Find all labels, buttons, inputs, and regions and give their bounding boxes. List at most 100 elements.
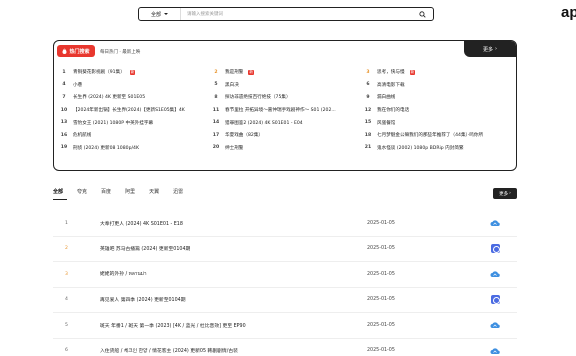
hot-search-item[interactable]: 9 漏白曲线 [364,91,510,104]
hot-search-rank: 10 [60,107,68,113]
list-item[interactable]: 6 入住货船 / 체크인 한양 / 情花客主 (2024) 更新05 韩剧剧情/古… [53,339,517,356]
hot-search-item[interactable]: 8 探访非遗绝技百行绝技（75集） [212,91,364,104]
hot-search-item[interactable]: 13 雪豹女王 (2021) 1080P 中英外挂字幕 [60,116,212,129]
list-item[interactable]: 2 英雄吧 苏马古播篇 (2024) 更新至0104期 2025-01-05 [53,237,517,262]
hot-search-title: 刑侦 (2024) 更新08 1080p/4K [73,145,139,151]
hot-search-rank: 2 [214,69,218,75]
hot-search-rank: 15 [364,120,372,126]
hot-search-item[interactable]: 18 七月梦魅金公嘛我们的那些年推荐了（44集）·鸣你所 [364,129,510,142]
hot-search-title: 高清电影下载 [377,82,405,88]
hot-search-rank: 7 [62,94,66,100]
category-tab[interactable]: 天翼 [149,188,159,195]
pan-icon[interactable] [490,295,500,305]
list-item-date: 2025-01-05 [367,297,395,303]
hot-search-panel: 热门搜索 每日热门 · 最新上映 更多 › 1 青铜葵花影视剧（91集） 新 2 我是刑… [53,40,517,171]
cloud-icon[interactable] [490,269,500,279]
search-button[interactable] [411,8,433,20]
hot-search-title: 长生界 (2024) 4K 更新至 S01E05 [73,95,146,101]
cloud-icon[interactable] [490,320,500,330]
hot-search-item[interactable]: 10 【2024年新出锅】长生界(2024)【更新S1E05集】4K [60,104,212,117]
flame-icon [62,48,67,54]
hot-search-title: 鬼水怪谈 (2002) 1080p BDRip 内封简繁 [377,145,464,151]
category-more-label: 更多 [499,191,509,197]
search-icon [418,10,426,18]
chevron-right-icon: › [509,191,511,196]
hot-search-item[interactable]: 4 小巷 [60,79,212,92]
list-item-title[interactable]: 斑天 年番1 / 斑天 第一季 (2023) [4K / 蓝光 / 杜比音效] … [100,322,246,329]
category-tab[interactable]: 全部 [53,188,63,195]
hot-search-item[interactable]: 1 青铜葵花影视剧（91集） 新 [60,66,212,79]
list-item-date: 2025-01-05 [367,246,395,252]
hot-search-rank: 5 [214,82,218,88]
list-item-rank: 6 [65,348,68,354]
hot-search-item[interactable]: 14 猎罪图鉴2 (2024) 4K S01E01 - E04 [212,116,364,129]
list-item-title[interactable]: 再见爱人 第四季 (2024) 更新至0104期 [100,296,186,303]
hot-search-title: 猎罪图鉴2 (2024) 4K S01E01 - E04 [225,120,303,126]
list-item[interactable]: 4 再见爱人 第四季 (2024) 更新至0104期 2025-01-05 [53,288,517,313]
list-item-rank: 3 [65,271,68,277]
hot-search-rank: 19 [60,145,68,151]
list-item-date: 2025-01-05 [367,322,395,328]
hot-search-rank: 6 [366,82,370,88]
list-item[interactable]: 5 斑天 年番1 / 斑天 第一季 (2023) [4K / 蓝光 / 杜比音效]… [53,313,517,339]
category-tab[interactable]: 阿里 [125,188,135,195]
hot-search-title: 我是刑警 [225,70,244,76]
new-badge: 新 [129,69,136,75]
category-tab[interactable]: 迅雷 [173,188,183,195]
hot-search-rank: 12 [364,107,372,113]
hot-search-rank: 18 [364,132,372,138]
hot-search-item[interactable]: 5 黑白决 [212,79,364,92]
hot-search-item[interactable]: 15 风骚餐馆 [364,116,510,129]
hot-search-title: 漏白曲线 [377,95,396,101]
hot-search-tab[interactable]: 热门搜索 [57,45,95,57]
category-more-button[interactable]: 更多 › [493,188,517,199]
search-scope-select[interactable]: 全部 [139,8,181,20]
hot-search-title: 七月梦魅金公嘛我们的那些年推荐了（44集）·鸣你所 [377,133,484,139]
hot-search-item[interactable]: 21 鬼水怪谈 (2002) 1080p BDRip 内封简繁 [364,142,510,155]
hot-search-tab-label: 热门搜索 [69,48,90,55]
list-item-rank: 1 [65,220,68,226]
hot-search-item[interactable]: 16 危机航线 [60,129,212,142]
cloud-icon[interactable] [490,218,500,228]
app-logo[interactable]: ap [561,4,576,21]
chevron-right-icon: › [495,46,497,52]
hot-search-item[interactable]: 11 春节里拉 开拓异境～嘉仲瑞手戏剧神作～ S01 (202... [212,104,364,117]
hot-search-item[interactable]: 12 我在你们的电话 [364,104,510,117]
list-item-rank: 4 [65,297,68,303]
category-tab[interactable]: 百度 [101,188,111,195]
hot-search-rank: 9 [366,94,370,100]
pan-icon[interactable] [490,244,500,254]
hot-search-subtitle: 每日热门 · 最新上映 [100,50,141,55]
hot-search-title: 【2024年新出锅】长生界(2024)【更新S1E05集】4K [73,108,185,114]
list-item-title[interactable]: 英雄吧 苏马古播篇 (2024) 更新至0104期 [100,245,190,252]
hot-more-label: 更多 [482,46,493,53]
search-bar: 全部 [138,7,434,21]
list-item-title[interactable]: 姥姥的外孙 / หลานม่า [100,270,147,278]
cloud-icon[interactable] [490,346,500,356]
hot-search-header: 热门搜索 每日热门 · 最新上映 更多 › [54,41,516,61]
new-badge: 新 [409,69,416,75]
hot-more-button[interactable]: 更多 › [464,41,516,57]
hot-search-title: 小巷 [73,82,83,88]
hot-search-item[interactable]: 2 我是刑警新 [212,66,364,79]
hot-search-list: 1 青铜葵花影视剧（91集）新 2 我是刑警新 3 思考，快与慢新 4 小巷 5 黑白决 6 高清电影… [60,66,510,154]
hot-search-item[interactable]: 3 思考，快与慢新 [364,66,510,79]
list-item[interactable]: 1 大奉打更人 (2024) 4K S01E01 - E18 2025-01-05 [53,211,517,237]
hot-search-rank: 16 [60,132,68,138]
hot-search-title: 黑白决 [225,82,239,88]
hot-search-item[interactable]: 7 长生界 (2024) 4K 更新至 S01E05 [60,91,212,104]
hot-search-rank: 3 [366,69,370,75]
list-item-title[interactable]: 入住货船 / 체크인 한양 / 情花客主 (2024) 更新05 韩剧剧情/古装 [100,347,238,354]
hot-search-item[interactable]: 20 绅士刑警 [212,142,364,155]
list-item-title[interactable]: 大奉打更人 (2024) 4K S01E01 - E18 [100,220,183,227]
search-input[interactable] [181,8,411,20]
hot-search-rank: 17 [212,132,220,138]
list-item[interactable]: 3 姥姥的外孙 / หลานม่า 2025-01-05 [53,262,517,288]
list-item-date: 2025-01-05 [367,271,395,277]
hot-search-item[interactable]: 6 高清电影下载 [364,79,510,92]
hot-search-rank: 4 [62,82,66,88]
hot-search-item[interactable]: 19 刑侦 (2024) 更新08 1080p/4K [60,142,212,155]
category-tab[interactable]: 夸克 [77,188,87,195]
hot-search-item[interactable]: 17 华夏戏曲（82集） [212,129,364,142]
resource-list: 1 大奉打更人 (2024) 4K S01E01 - E18 2025-01-05 2… [53,211,517,356]
